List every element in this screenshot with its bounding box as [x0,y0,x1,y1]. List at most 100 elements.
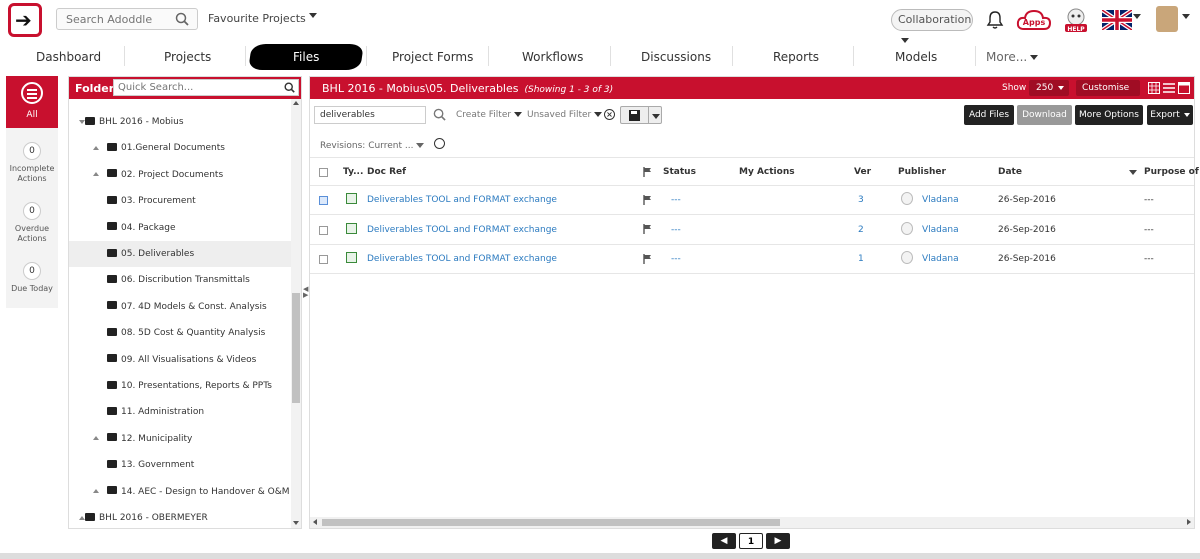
col-flag[interactable] [643,158,652,187]
folder-item[interactable]: 06. Discribution Transmittals [69,267,291,293]
col-publisher[interactable]: Publisher [898,158,946,187]
search-icon[interactable] [175,12,189,26]
due-today[interactable]: 0 Due Today [6,262,58,294]
keyword-search-field[interactable]: deliverables [314,106,426,124]
tab-files[interactable]: Files [293,50,319,64]
save-filter-button[interactable] [620,106,662,124]
clear-filter-icon[interactable]: × [604,109,615,120]
folder-item[interactable]: 07. 4D Models & Const. Analysis [69,294,291,320]
tab-more[interactable]: More... [986,50,1039,64]
tab-reports[interactable]: Reports [773,50,819,64]
folder-item[interactable]: 04. Package [69,215,291,241]
folder-item[interactable]: 13. Government [69,452,291,478]
grid-view-icon[interactable] [1148,82,1160,94]
user-avatar[interactable] [1156,6,1178,32]
row-flag[interactable] [643,245,652,274]
global-search-input[interactable] [57,9,167,29]
folder-item[interactable]: BHL 2016 - OBERMEYER [69,505,291,531]
favourite-projects-dropdown[interactable]: Favourite Projects [208,12,317,25]
version-link[interactable]: 3 [858,186,864,215]
grid-horizontal-scrollbar[interactable] [310,517,1194,528]
row-checkbox[interactable] [319,196,328,205]
list-view-icon[interactable] [1163,82,1175,94]
tab-models[interactable]: Models [895,50,937,64]
prev-page-button[interactable]: ◀ [712,533,736,549]
folder-item[interactable]: BHL 2016 - Mobius [69,109,291,135]
add-files-button[interactable]: Add Files [964,105,1014,125]
customise-button[interactable]: Customise [1076,80,1140,106]
publisher-link[interactable]: Vladana [922,186,959,215]
folder-scrollbar[interactable] [291,99,301,528]
row-checkbox[interactable] [319,255,328,264]
tab-project-forms[interactable]: Project Forms [392,50,473,64]
panel-splitter[interactable]: ◀ ▶ [303,286,308,306]
row-flag[interactable] [643,186,652,215]
apps-cloud-icon[interactable]: Apps [1016,8,1052,32]
table-row[interactable]: Deliverables TOOL and FORMAT exchange ---… [310,216,1194,245]
col-status[interactable]: Status [663,158,696,187]
status-value[interactable]: --- [671,245,681,274]
uk-flag-icon[interactable] [1102,10,1132,30]
expand-toggle-icon[interactable] [93,436,99,441]
next-page-button[interactable]: ▶ [766,533,790,549]
folder-item[interactable]: 02. Project Documents [69,162,291,188]
status-value[interactable]: --- [671,186,681,215]
maximize-icon[interactable] [1178,82,1190,94]
expand-toggle-icon[interactable] [93,145,99,150]
folder-item[interactable]: 14. AEC - Design to Handover & O&M [69,479,291,505]
col-date[interactable]: Date [998,158,1022,187]
all-actions-button[interactable]: All [6,76,58,128]
grid-scroll-thumb[interactable] [322,519,780,526]
sort-caret-icon[interactable] [1129,170,1137,175]
folder-item[interactable]: 01.General Documents [69,135,291,161]
caret-down-icon[interactable] [652,114,660,119]
select-all-checkbox[interactable] [319,168,328,177]
row-checkbox[interactable] [319,225,328,235]
tab-dashboard[interactable]: Dashboard [36,50,101,64]
folder-item[interactable]: 05. Deliverables [69,241,291,267]
download-button[interactable]: Download [1017,105,1072,125]
user-menu-caret-icon[interactable] [1182,14,1190,19]
export-button[interactable]: Export [1147,105,1193,125]
table-row[interactable]: Deliverables TOOL and FORMAT exchange ---… [310,186,1194,215]
folder-item[interactable]: 08. 5D Cost & Quantity Analysis [69,320,291,346]
incomplete-actions[interactable]: 0 Incomplete Actions [6,142,58,184]
col-my-actions[interactable]: My Actions [739,158,795,187]
col-purpose[interactable]: Purpose of Is [1144,158,1200,187]
current-page[interactable]: 1 [739,533,763,549]
tab-projects[interactable]: Projects [164,50,211,64]
doc-ref-link[interactable]: Deliverables TOOL and FORMAT exchange [367,216,557,245]
expand-toggle-icon[interactable] [93,172,99,177]
notification-bell-icon[interactable] [985,10,1005,30]
doc-ref-link[interactable]: Deliverables TOOL and FORMAT exchange [367,186,557,215]
scroll-left-icon[interactable] [313,519,317,525]
folder-item[interactable]: 09. All Visualisations & Videos [69,347,291,373]
table-row[interactable]: Deliverables TOOL and FORMAT exchange ---… [310,245,1194,274]
col-doc-ref[interactable]: Doc Ref [367,158,406,187]
language-caret-icon[interactable] [1133,14,1141,19]
folder-item[interactable]: 11. Administration [69,399,291,425]
expand-toggle-icon[interactable] [93,489,99,494]
overdue-actions[interactable]: 0 Overdue Actions [6,202,58,244]
doc-ref-link[interactable]: Deliverables TOOL and FORMAT exchange [367,245,557,274]
clear-revisions-icon[interactable] [434,138,446,149]
scroll-up-icon[interactable] [293,101,299,105]
search-icon[interactable] [284,82,295,93]
collaboration-dropdown[interactable]: Collaboration [891,9,973,43]
help-icon[interactable]: HELP [1062,6,1090,34]
tab-workflows[interactable]: Workflows [522,50,583,64]
folder-search-input[interactable] [114,80,274,95]
search-icon[interactable] [433,108,446,121]
folder-item[interactable]: 12. Municipality [69,426,291,452]
version-link[interactable]: 1 [858,245,864,274]
row-flag[interactable] [643,216,652,245]
scroll-right-icon[interactable] [1187,519,1191,525]
col-ver[interactable]: Ver [854,158,871,187]
status-value[interactable]: --- [671,216,681,245]
folder-item[interactable]: 10. Presentations, Reports & PPTs [69,373,291,399]
folder-scroll-thumb[interactable] [292,293,300,403]
create-filter-dropdown[interactable]: Create Filter [456,110,523,120]
page-size-select[interactable]: 250 [1029,80,1069,96]
col-type[interactable]: Ty... [343,158,363,187]
publisher-link[interactable]: Vladana [922,245,959,274]
